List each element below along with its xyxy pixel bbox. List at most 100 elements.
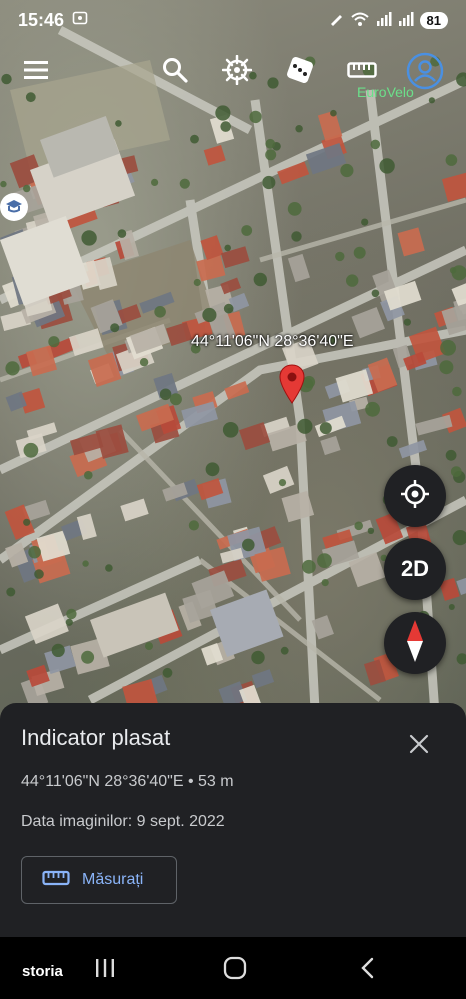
map-tree [145,642,153,651]
map-tree [0,180,7,188]
map-tree [241,225,253,236]
map-tree [66,608,77,620]
map-tree [330,109,337,117]
placemark-sheet: Indicator plasat 44°11'06"N 28°36'40"E •… [0,703,466,937]
my-location-button[interactable] [384,465,446,527]
map-tree [82,560,89,567]
status-bar: 15:46 81 [0,0,466,40]
map-tree [162,667,173,678]
map-tree [222,422,239,438]
map-tree [340,163,354,178]
ruler-icon [42,870,70,891]
map-building [203,144,226,166]
map-tree [265,149,277,161]
signal-icon [398,11,414,29]
map-tree [48,336,60,348]
map-building [397,227,425,257]
map-tree [386,436,398,447]
map-tree [117,229,127,238]
map-tree [242,538,255,552]
map-tree [34,569,44,579]
map-building [317,110,343,142]
map-tree [403,318,411,326]
map-tree [265,138,276,149]
search-icon[interactable] [155,50,195,90]
voyager-wheel-icon[interactable] [217,50,257,90]
map-tree [295,125,303,133]
map-building [120,498,149,522]
placemark-pin-icon[interactable] [279,364,305,409]
signal-icon [376,11,392,29]
imagery-date: Data imaginilor: 9 sept. 2022 [21,813,225,830]
map-tree [220,121,231,132]
map-tree [190,134,199,144]
recent-apps-button[interactable] [90,955,120,985]
map-tree [81,650,95,664]
map-building [220,277,242,295]
map-tree [5,361,20,376]
menu-icon[interactable] [16,50,56,90]
map-tree [249,110,262,124]
map-tree [169,393,182,406]
map-tree [23,518,31,526]
map-tree [223,303,234,314]
map-building [76,513,97,541]
dice-icon[interactable] [280,50,320,90]
compass-button[interactable] [384,612,446,674]
map-tree [370,139,381,150]
map-tree [159,388,172,401]
map-tree [297,418,313,434]
map-tree [321,579,329,587]
map-tree [151,178,159,186]
pen-icon [328,11,344,30]
map-tree [445,154,458,166]
home-button[interactable] [220,955,250,985]
map-tree [115,120,122,127]
map-tree [139,358,149,367]
home-icon [223,956,247,985]
map-tree [179,178,190,189]
map-tree [450,466,462,477]
map-tree [379,158,395,174]
compass-icon [405,619,425,668]
view-mode-button[interactable]: 2D [384,538,446,600]
map-coordinates-label: 44°11'06"N 28°36'40"E [191,333,354,350]
recent-apps-icon [94,958,116,983]
map-tree [452,530,466,546]
map-tree [84,470,93,480]
map-tree [317,553,332,568]
map-tree [367,527,375,534]
account-label: EuroVelo [357,84,414,100]
close-button[interactable] [402,729,436,763]
screenshot-icon [72,10,88,31]
map-building [287,253,310,283]
wifi-icon [350,11,370,30]
map-tree [6,587,16,597]
school-poi-icon[interactable] [0,193,28,221]
map-tree [361,218,369,226]
map-tree [28,545,41,559]
map-tree [65,618,73,626]
map-tree [287,202,302,216]
map-tree [81,230,97,246]
map-tree [51,643,65,658]
map-tree [449,267,457,274]
top-toolbar: EuroVelo [0,46,466,100]
map-building [415,414,453,436]
map-building [305,143,347,175]
map-tree [193,278,201,287]
map-tree [448,604,455,610]
map-tree [365,401,380,417]
measure-button[interactable]: Măsurați [21,856,177,904]
map-tree [154,306,166,318]
map-tree [202,307,217,323]
map-building [262,465,295,494]
back-button[interactable] [352,955,382,985]
map-tree [346,274,359,287]
map-building [251,669,275,689]
map-tree [456,653,466,665]
map-building [320,435,341,456]
map-tree [224,244,231,252]
map-tree [280,646,289,655]
map-building [351,307,385,339]
